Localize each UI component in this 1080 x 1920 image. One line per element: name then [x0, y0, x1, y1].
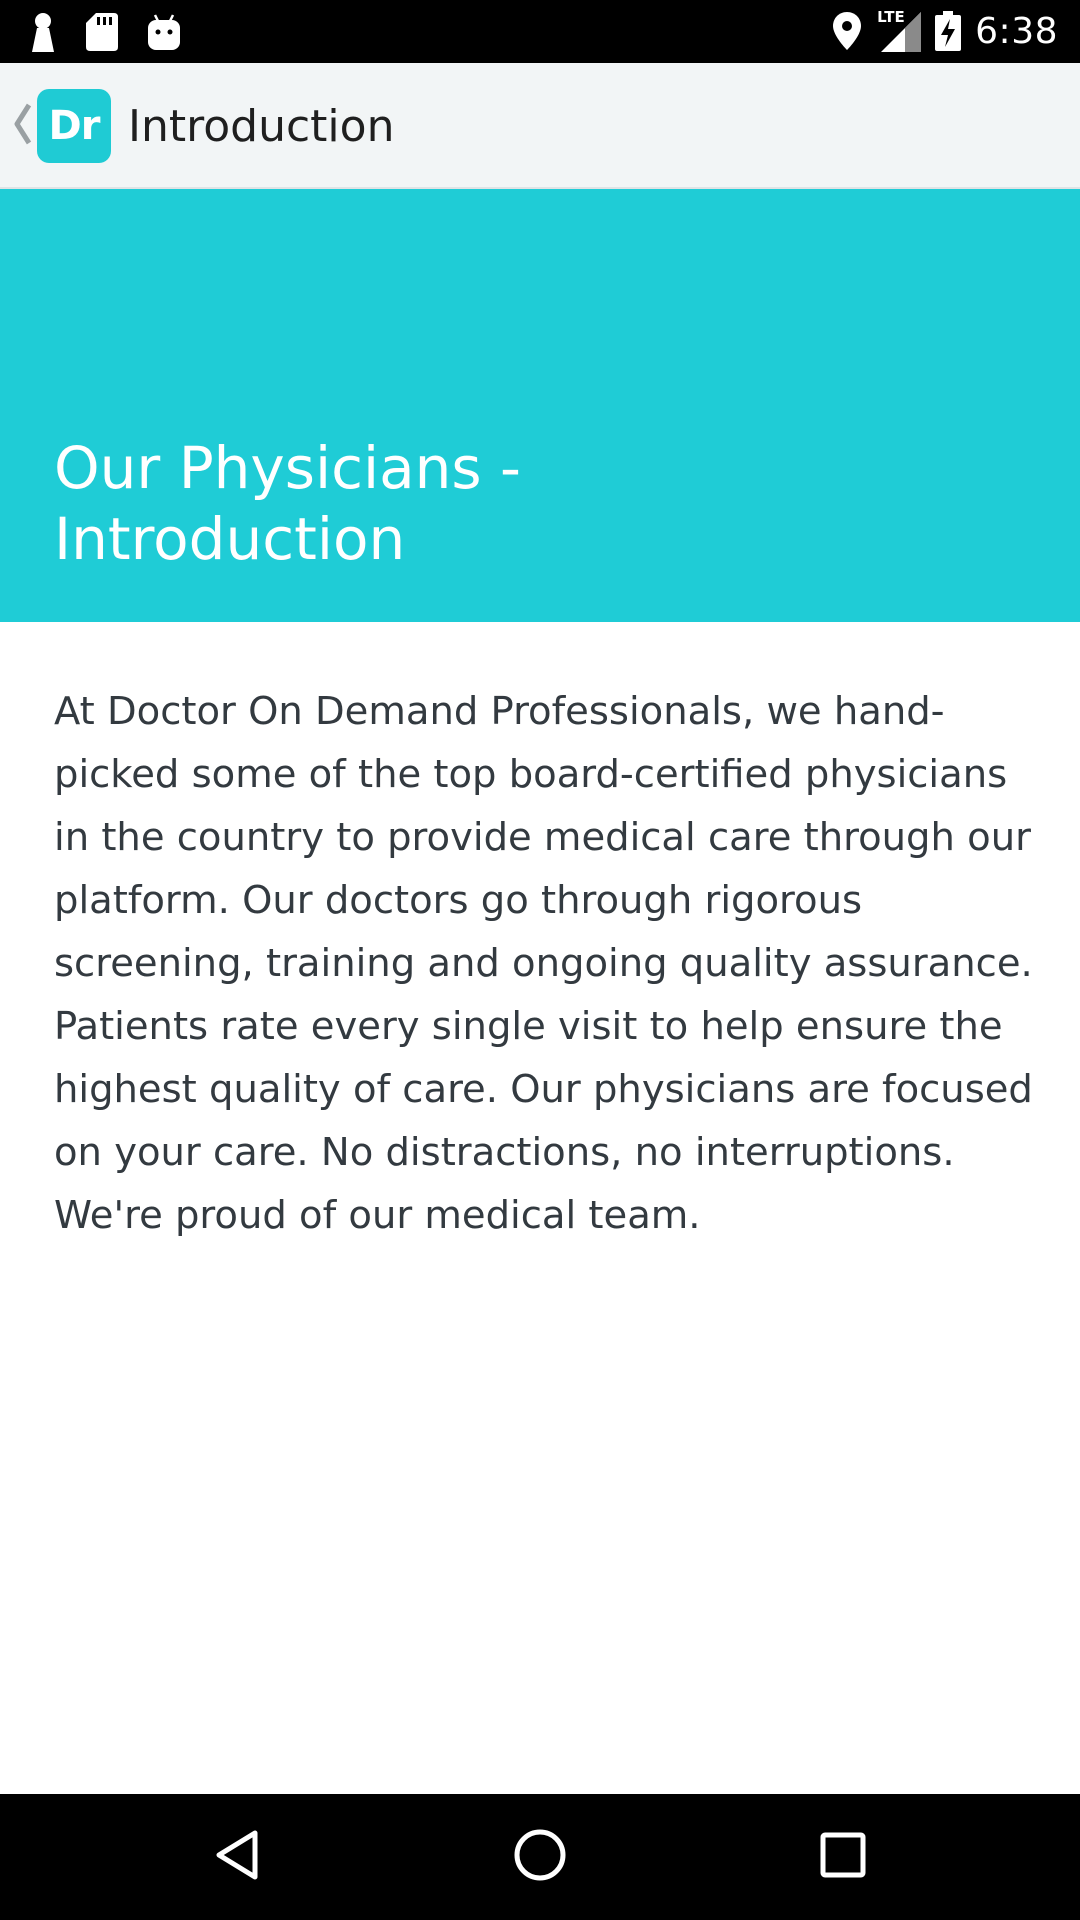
app-bar: Dr Introduction: [0, 63, 1080, 189]
network-type-label: LTE: [877, 8, 905, 26]
app-logo[interactable]: Dr: [37, 89, 111, 163]
nav-back-button[interactable]: [202, 1822, 272, 1892]
status-bar-right-icons: LTE 6:38: [833, 8, 1058, 54]
keyhole-icon: [30, 12, 56, 52]
page-title: Introduction: [128, 101, 395, 152]
signal-icon: LTE: [875, 8, 922, 52]
nav-home-button[interactable]: [505, 1822, 575, 1892]
hero-title: Our Physicians - Introduction: [54, 434, 521, 573]
status-bar-left-icons: [30, 10, 180, 54]
battery-charging-icon: [935, 11, 962, 51]
nav-recents-button[interactable]: [808, 1822, 878, 1892]
sd-card-icon: [86, 13, 118, 51]
system-nav-bar: [0, 1794, 1080, 1920]
location-icon: [833, 12, 862, 50]
home-circle-icon: [513, 1828, 567, 1887]
status-time: 6:38: [975, 10, 1058, 52]
intro-paragraph: At Doctor On Demand Professionals, we ha…: [54, 689, 1033, 1238]
hero-banner: Our Physicians - Introduction: [0, 189, 1080, 622]
back-triangle-icon: [215, 1829, 259, 1886]
recents-square-icon: [820, 1832, 866, 1883]
back-button[interactable]: [8, 99, 38, 153]
android-icon: [148, 14, 180, 50]
chevron-left-icon: [13, 103, 33, 150]
status-bar: LTE 6:38: [0, 0, 1080, 63]
